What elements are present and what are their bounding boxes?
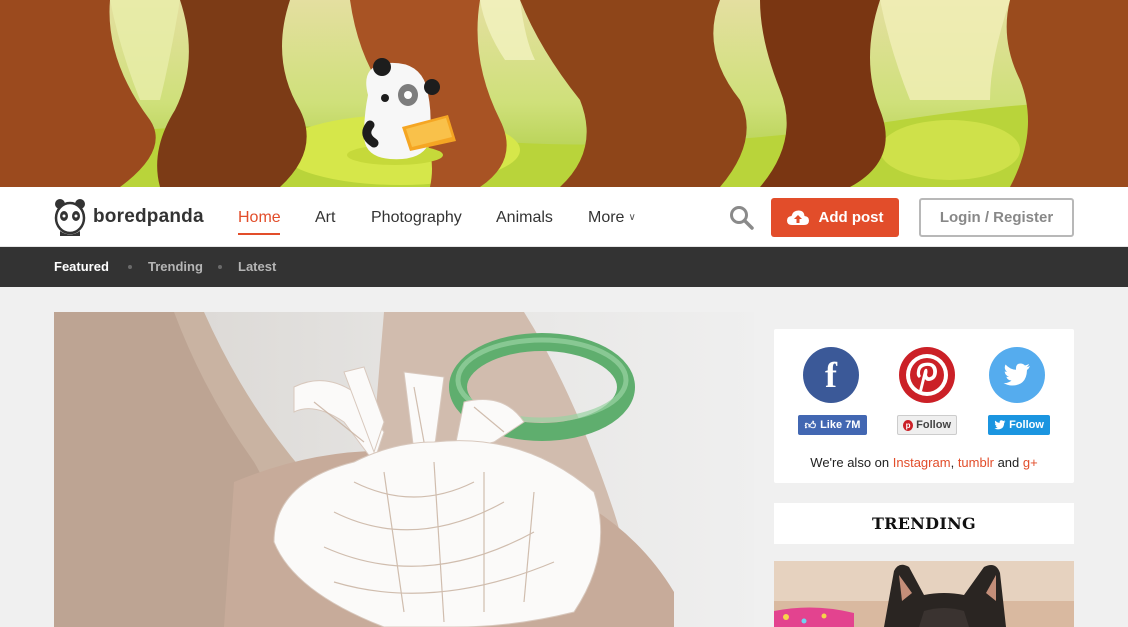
- forest-illustration: [0, 0, 1128, 187]
- active-nav-underline: [238, 233, 280, 235]
- subnav-item-featured[interactable]: Featured: [54, 259, 109, 274]
- cloud-upload-icon: [786, 210, 809, 225]
- twitter-small-icon: [994, 420, 1006, 430]
- twitter-icon[interactable]: [989, 347, 1045, 403]
- instagram-link[interactable]: Instagram: [893, 455, 951, 470]
- featured-post-image[interactable]: [54, 312, 754, 627]
- nav-item-art[interactable]: Art: [315, 209, 335, 227]
- social-follow-card: f 👍︎ Like 7M p Follow Follow We're also …: [774, 329, 1074, 483]
- twitter-follow-button[interactable]: Follow: [988, 415, 1050, 435]
- also-on-text: We're also on Instagram, tumblr and g+: [810, 455, 1038, 470]
- trending-header: TRENDING: [774, 503, 1074, 544]
- trending-post-image[interactable]: [774, 561, 1074, 627]
- add-post-button[interactable]: Add post: [771, 198, 899, 237]
- search-icon[interactable]: [729, 205, 755, 231]
- subnav-item-latest[interactable]: Latest: [238, 259, 276, 274]
- pinterest-small-icon: p: [903, 419, 914, 431]
- brand-name: boredpanda: [93, 206, 204, 227]
- subnav-separator: [128, 265, 132, 269]
- pinterest-follow-button[interactable]: p Follow: [897, 415, 957, 435]
- hero-banner: [0, 0, 1128, 187]
- logo[interactable]: boredpanda: [54, 198, 204, 236]
- sub-nav: Featured Trending Latest: [0, 247, 1128, 287]
- google-plus-link[interactable]: g+: [1023, 455, 1038, 470]
- facebook-icon[interactable]: f: [803, 347, 859, 403]
- trending-title: TRENDING: [871, 514, 977, 533]
- nav-item-animals[interactable]: Animals: [496, 209, 553, 227]
- nav-item-more[interactable]: More ∨: [588, 209, 636, 227]
- nav-item-more-label: More: [588, 209, 625, 226]
- dog-photo: [774, 561, 1074, 627]
- tumblr-link[interactable]: tumblr: [958, 455, 994, 470]
- add-post-label: Add post: [818, 209, 884, 226]
- panda-logo-icon: [54, 199, 86, 236]
- subnav-separator: [218, 265, 222, 269]
- subnav-item-trending[interactable]: Trending: [148, 259, 203, 274]
- pinterest-icon[interactable]: [899, 347, 955, 403]
- thumbs-up-icon: 👍︎: [804, 419, 817, 432]
- nav-item-photography[interactable]: Photography: [371, 209, 462, 227]
- paper-heart-artwork: [54, 312, 674, 627]
- chevron-down-icon: ∨: [628, 212, 636, 223]
- facebook-like-button[interactable]: 👍︎ Like 7M: [798, 415, 867, 435]
- login-register-button[interactable]: Login / Register: [919, 198, 1074, 237]
- nav-item-home[interactable]: Home: [238, 209, 281, 227]
